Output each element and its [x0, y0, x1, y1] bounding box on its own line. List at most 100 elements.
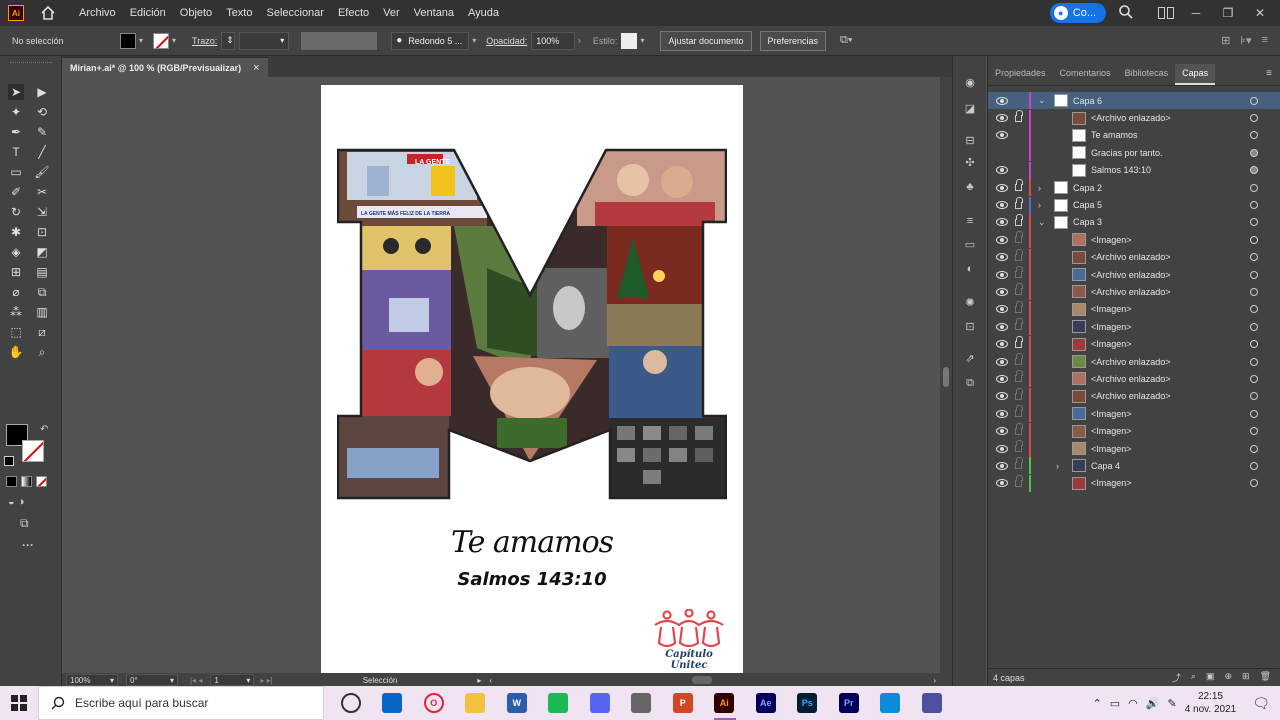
- curvature-tool-icon[interactable]: ✎: [34, 124, 50, 140]
- free-transform-icon[interactable]: ⊡: [34, 224, 50, 240]
- layer-name[interactable]: <Imagen>: [1091, 235, 1132, 245]
- toolbar-grip[interactable]: [10, 62, 52, 66]
- layers-scrollbar[interactable]: [1270, 96, 1276, 656]
- clock[interactable]: 22:15 4 nov. 2021: [1185, 690, 1237, 716]
- word-taskbar-button[interactable]: W: [496, 686, 538, 720]
- target-circle-icon[interactable]: [1250, 131, 1258, 140]
- menu-item-1[interactable]: Edición: [123, 7, 173, 19]
- layer-name[interactable]: Capa 3: [1073, 217, 1102, 227]
- layer-row[interactable]: <Imagen>: [988, 440, 1280, 457]
- chevron-down-icon[interactable]: ▾: [640, 36, 644, 45]
- chevron-right-icon[interactable]: ›: [578, 36, 581, 45]
- layer-row[interactable]: <Imagen>: [988, 231, 1280, 249]
- target-circle-icon[interactable]: [1250, 201, 1258, 210]
- cloud-share-button[interactable]: ● Co...: [1049, 3, 1106, 23]
- style-swatch[interactable]: [621, 32, 638, 49]
- lock-icon[interactable]: [1015, 300, 1023, 313]
- visibility-eye-icon[interactable]: [996, 461, 1008, 470]
- chevron-down-icon[interactable]: ▾: [172, 36, 176, 45]
- swap-colors-icon[interactable]: ↶: [40, 424, 48, 435]
- next-artboard-icon[interactable]: ▸ ▸|: [260, 676, 272, 685]
- menu-item-6[interactable]: Ver: [376, 7, 407, 19]
- layer-name[interactable]: Capa 2: [1073, 183, 1102, 193]
- layer-row[interactable]: Te amamos: [988, 126, 1280, 144]
- blend-tool-icon[interactable]: ⧉: [34, 284, 50, 300]
- target-circle-icon[interactable]: [1250, 322, 1258, 331]
- target-circle-icon[interactable]: [1250, 461, 1258, 470]
- layer-name[interactable]: <Archivo enlazado>: [1091, 287, 1171, 297]
- stroke-stepper[interactable]: ⇕: [221, 31, 236, 50]
- lock-icon[interactable]: [1015, 231, 1023, 244]
- layer-name[interactable]: <Imagen>: [1091, 444, 1132, 454]
- lock-icon[interactable]: [1015, 387, 1023, 400]
- color-icon[interactable]: [6, 476, 17, 487]
- layer-name[interactable]: <Archivo enlazado>: [1091, 391, 1171, 401]
- asset-export-icon[interactable]: ⧉: [963, 376, 977, 390]
- target-circle-icon[interactable]: [1250, 218, 1258, 227]
- brush-select[interactable]: ● Redondo 5 ...: [391, 31, 470, 50]
- target-circle-icon[interactable]: [1250, 357, 1258, 366]
- lock-icon[interactable]: [1015, 457, 1023, 470]
- visibility-eye-icon[interactable]: [996, 409, 1008, 418]
- network-icon[interactable]: ▭: [1110, 697, 1120, 710]
- creative-cloud-taskbar-button[interactable]: [911, 686, 953, 720]
- headline-text[interactable]: Te amamos: [321, 525, 743, 560]
- gradient-tool-icon[interactable]: ▤: [34, 264, 50, 280]
- zoom-tool-icon[interactable]: ⌕: [34, 344, 50, 360]
- arrange-icon[interactable]: [1158, 7, 1174, 19]
- menu-item-4[interactable]: Seleccionar: [259, 7, 330, 19]
- clipping-mask-icon[interactable]: ▣: [1206, 671, 1215, 684]
- variable-width-profile[interactable]: [301, 31, 378, 50]
- live-paint-icon[interactable]: ◩: [34, 244, 50, 260]
- default-colors-icon[interactable]: [4, 456, 14, 466]
- delete-layer-icon[interactable]: 🗑: [1260, 671, 1271, 684]
- slice-tool-icon[interactable]: ⧄: [34, 324, 50, 340]
- menu-item-2[interactable]: Objeto: [173, 7, 219, 19]
- target-circle-icon[interactable]: [1250, 166, 1258, 175]
- home-icon[interactable]: [40, 5, 56, 21]
- layer-name[interactable]: Capa 4: [1091, 461, 1120, 471]
- discord-taskbar-button[interactable]: [579, 686, 621, 720]
- target-circle-icon[interactable]: [1250, 96, 1258, 105]
- edit-toolbar-icon[interactable]: ···: [22, 538, 34, 552]
- selection-tool-icon[interactable]: ➤: [8, 84, 24, 100]
- target-circle-icon[interactable]: [1250, 235, 1258, 244]
- layer-name[interactable]: <Imagen>: [1091, 339, 1132, 349]
- visibility-eye-icon[interactable]: [996, 287, 1008, 296]
- visibility-eye-icon[interactable]: [996, 114, 1008, 123]
- restore-icon[interactable]: ❐: [1218, 6, 1238, 20]
- lock-icon[interactable]: [1015, 248, 1023, 261]
- visibility-eye-icon[interactable]: [996, 479, 1008, 488]
- minimize-icon[interactable]: ─: [1186, 6, 1206, 20]
- appearance-icon[interactable]: ◪: [963, 102, 977, 116]
- visibility-eye-icon[interactable]: [996, 253, 1008, 262]
- layer-name[interactable]: Salmos 143:10: [1091, 165, 1151, 175]
- target-circle-icon[interactable]: [1250, 479, 1258, 488]
- canvas[interactable]: LA GENTE LA GENTE MÁS FELIZ DE LA TIERRA…: [62, 77, 940, 673]
- layer-row[interactable]: <Archivo enlazado>: [988, 387, 1280, 405]
- visibility-eye-icon[interactable]: [996, 235, 1008, 244]
- volume-icon[interactable]: 🔊: [1146, 697, 1160, 710]
- capitulo-unitec-logo[interactable]: Capítulo Unitec: [649, 608, 729, 671]
- layer-name[interactable]: <Imagen>: [1091, 322, 1132, 332]
- gradient-icon[interactable]: [21, 476, 32, 487]
- after-effects-taskbar-button[interactable]: Ae: [745, 686, 787, 720]
- verse-text[interactable]: Salmos 143:10: [321, 569, 743, 590]
- new-sublayer-icon[interactable]: ⊕: [1224, 671, 1232, 684]
- layer-row[interactable]: <Imagen>: [988, 318, 1280, 336]
- camera-taskbar-button[interactable]: [621, 686, 663, 720]
- target-circle-icon[interactable]: [1250, 183, 1258, 192]
- taskbar-search-input[interactable]: Escribe aquí para buscar: [38, 686, 324, 720]
- pen-icon[interactable]: ✎: [1167, 697, 1176, 710]
- expand-right-icon[interactable]: ›: [1038, 183, 1041, 193]
- expand-down-icon[interactable]: ⌄: [1038, 95, 1046, 106]
- opera-taskbar-button[interactable]: O: [413, 686, 455, 720]
- rectangle-tool-icon[interactable]: ▭: [8, 164, 24, 180]
- edge-taskbar-button[interactable]: [870, 686, 912, 720]
- tab-capas[interactable]: Capas: [1175, 64, 1216, 85]
- color-guide-icon[interactable]: ◉: [963, 76, 977, 90]
- close-icon[interactable]: ×: [253, 62, 259, 74]
- graph-tool-icon[interactable]: ▥: [34, 304, 50, 320]
- arrange-documents-icon[interactable]: ⧉▾: [840, 34, 852, 47]
- scissors-icon[interactable]: ✂: [34, 184, 50, 200]
